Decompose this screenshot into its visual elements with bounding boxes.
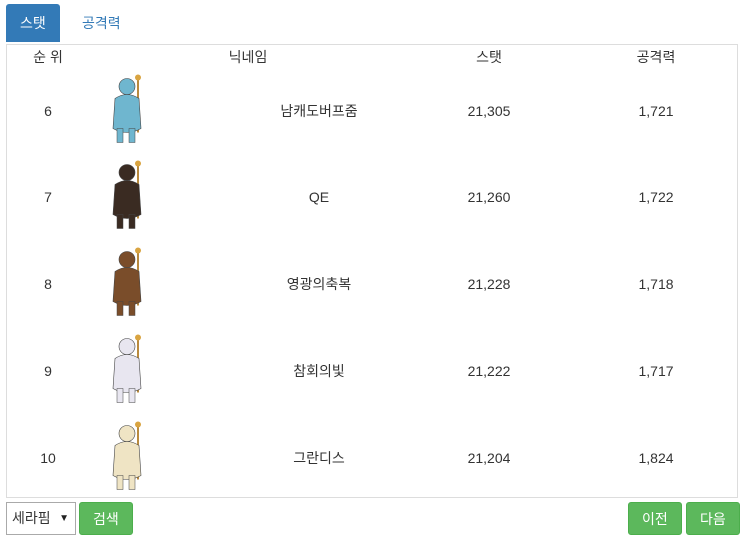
stat-cell: 21,260 xyxy=(467,188,511,205)
table-row: 6 남캐도버프줌 21,305 1,721 xyxy=(7,67,737,154)
table-row: 7 QE 21,260 1,722 xyxy=(7,153,737,240)
rank-cell: 10 xyxy=(40,449,56,466)
nickname-cell: QE xyxy=(308,188,330,205)
attack-cell: 1,722 xyxy=(638,188,674,205)
chevron-down-icon: ▼ xyxy=(59,513,69,524)
prev-button[interactable]: 이전 xyxy=(628,502,682,535)
tab-stat[interactable]: 스탯 xyxy=(6,4,60,42)
rank-cell: 9 xyxy=(44,362,52,379)
character-avatar-icon xyxy=(105,72,149,149)
character-avatar-icon xyxy=(105,419,149,496)
attack-cell: 1,718 xyxy=(638,275,674,292)
table-header: 순 위 닉네임 스탯 공격력 xyxy=(7,45,737,67)
character-avatar-icon xyxy=(105,158,149,235)
ranking-table: 순 위 닉네임 스탯 공격력 6 남캐도버프줌 21,305 1,721 7 QE 21,2… xyxy=(6,44,738,498)
server-select[interactable]: 세라핌 ▼ xyxy=(6,502,76,535)
header-stat: 스탯 xyxy=(476,49,502,65)
character-avatar-icon xyxy=(105,332,149,409)
nickname-cell: 영광의축복 xyxy=(286,275,352,292)
table-row: 10 그란디스 21,204 1,824 xyxy=(7,414,737,501)
header-attack: 공격력 xyxy=(636,49,676,65)
character-avatar-icon xyxy=(105,245,149,322)
header-rank: 순 위 xyxy=(33,49,63,65)
attack-cell: 1,721 xyxy=(638,102,674,119)
nickname-cell: 그란디스 xyxy=(293,449,345,466)
tab-attack[interactable]: 공격력 xyxy=(68,4,135,42)
rank-cell: 6 xyxy=(44,102,52,119)
nickname-cell: 남캐도버프줌 xyxy=(280,102,358,119)
table-row: 8 영광의축복 21,228 1,718 xyxy=(7,240,737,327)
header-nickname: 닉네임 xyxy=(228,49,268,65)
bottom-controls: 세라핌 ▼ 검색 이전 다음 xyxy=(0,500,745,538)
rank-cell: 8 xyxy=(44,275,52,292)
stat-cell: 21,204 xyxy=(467,449,511,466)
tab-bar: 스탯 공격력 xyxy=(6,4,739,44)
search-button[interactable]: 검색 xyxy=(79,502,133,535)
nickname-cell: 참회의빛 xyxy=(293,362,345,379)
attack-cell: 1,824 xyxy=(638,449,674,466)
stat-cell: 21,222 xyxy=(467,362,511,379)
attack-cell: 1,717 xyxy=(638,362,674,379)
table-row: 9 참회의빛 21,222 1,717 xyxy=(7,327,737,414)
server-select-value: 세라핌 xyxy=(12,510,51,526)
stat-cell: 21,228 xyxy=(467,275,511,292)
rank-cell: 7 xyxy=(44,188,52,205)
next-button[interactable]: 다음 xyxy=(686,502,740,535)
stat-cell: 21,305 xyxy=(467,102,511,119)
